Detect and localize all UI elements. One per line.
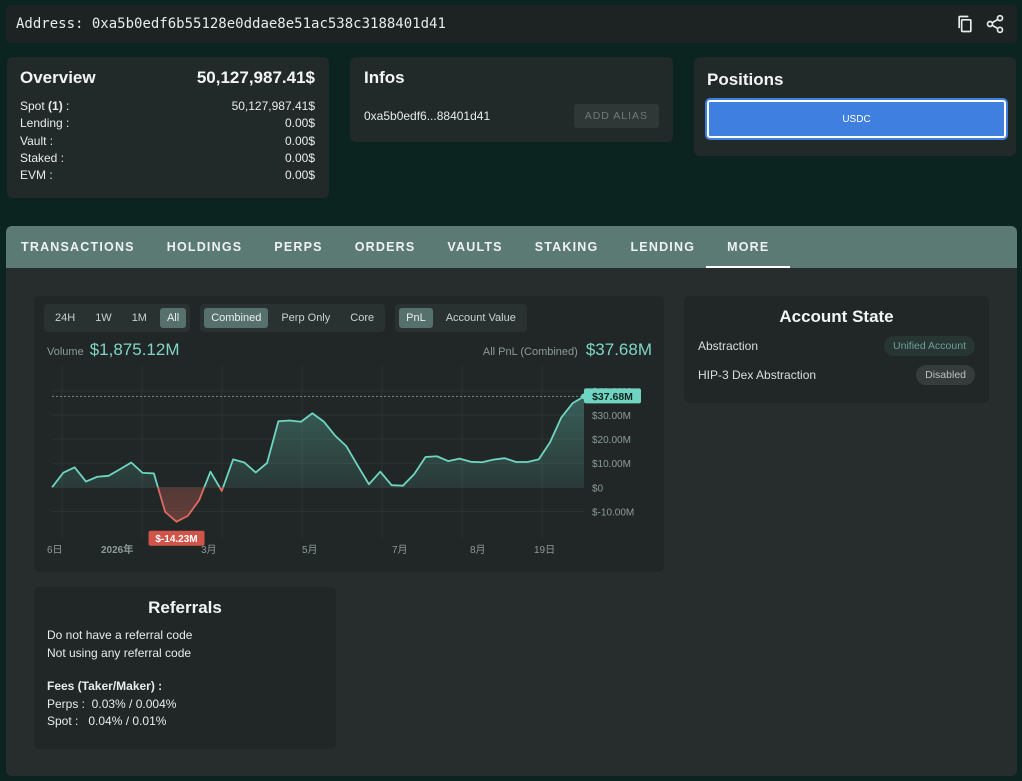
usdc-position-button[interactable]: USDC	[707, 100, 1006, 138]
pnl-value: $37.68M	[585, 340, 652, 359]
y-tick-label: $0	[592, 483, 604, 494]
y-tick-label: $-10.00M	[592, 508, 634, 519]
x-tick-label: 5月	[302, 544, 318, 556]
max-badge-label: $37.68M	[592, 391, 633, 403]
x-tick-label: 8月	[470, 544, 486, 556]
y-tick-label: $30.00M	[592, 411, 631, 422]
overview-row-label: Lending :	[20, 116, 70, 131]
range-24h-button[interactable]: 24H	[48, 308, 82, 328]
state-label: HIP-3 Dex Abstraction	[698, 368, 817, 382]
volume-label: Volume	[47, 346, 84, 358]
pnl-label: All PnL (Combined)	[482, 346, 578, 358]
tab-more[interactable]: MORE	[705, 226, 791, 268]
min-badge-label: $-14.23M	[155, 534, 197, 545]
tab-orders[interactable]: ORDERS	[355, 226, 416, 268]
account-state-card: Account State Abstraction Unified Accoun…	[684, 296, 989, 403]
state-row-abstraction: Abstraction Unified Account	[698, 336, 975, 356]
x-tick-label: 7月	[392, 544, 408, 556]
account-state-title: Account State	[779, 307, 894, 326]
overview-row-label: Staked :	[20, 150, 65, 165]
overview-row-label: EVM :	[20, 168, 53, 183]
overview-row-value: 0.00$	[284, 133, 315, 148]
referral-usage-status: Not using any referral code	[47, 645, 192, 660]
address-label: Address: 0xa5b0edf6b55128e0ddae8e51ac538…	[16, 16, 446, 32]
x-tick-label: 19日	[534, 545, 555, 556]
overview-row: Staked : 0.00$	[20, 150, 315, 167]
tab-transactions[interactable]: TRANSACTIONS	[21, 226, 135, 268]
copy-icon[interactable]	[955, 14, 975, 34]
mode-core-button[interactable]: Core	[343, 308, 381, 328]
pnl-summary: All PnL (Combined) $37.68M	[483, 340, 652, 360]
range-1m-button[interactable]: 1M	[125, 308, 154, 328]
infos-card: Infos 0xa5b0edf6...88401d41 ADD ALIAS	[350, 57, 673, 142]
referrals-card: Referrals Do not have a referral code No…	[34, 587, 336, 749]
short-address: 0xa5b0edf6...88401d41	[364, 109, 491, 123]
overview-row: Spot (1) : 50,127,987.41$	[20, 98, 315, 115]
positions-title: Positions	[707, 70, 784, 89]
overview-row-label: Spot (1) :	[20, 99, 70, 113]
overview-rows: Spot (1) :50,127,987.41$ Lending :0.00$ Va…	[20, 98, 315, 184]
volume-value: $1,875.12M	[89, 340, 180, 359]
metric-filter-group: PnL Account Value	[395, 304, 527, 332]
overview-total: 50,127,987.41$	[196, 68, 315, 87]
y-tick-label: $20.00M	[592, 435, 631, 446]
mode-filter-group: Combined Perp Only Core	[200, 304, 386, 332]
overview-row-value: 50,127,987.41$	[231, 99, 315, 113]
tab-holdings[interactable]: HOLDINGS	[167, 226, 243, 268]
pnl-chart-card: $40.00M$30.00M$20.00M$10.00M$0$-10.00M$3…	[34, 296, 664, 572]
address-bar: Address: 0xa5b0edf6b55128e0ddae8e51ac538…	[6, 5, 1017, 43]
overview-row-value: 0.00$	[284, 150, 315, 165]
tab-staking[interactable]: STAKING	[535, 226, 599, 268]
spot-fees: Spot : 0.04% / 0.01%	[47, 714, 167, 728]
overview-row: Vault : 0.00$	[20, 133, 315, 150]
range-filter-group: 24H 1W 1M All	[44, 304, 191, 332]
address-value: 0xa5b0edf6b55128e0ddae8e51ac538c3188401d…	[91, 16, 446, 32]
tab-perps[interactable]: PERPS	[274, 226, 322, 268]
infos-title: Infos	[364, 68, 405, 87]
overview-row-value: 0.00$	[284, 168, 315, 183]
perps-fees: Perps : 0.03% / 0.004%	[47, 696, 177, 711]
share-icon[interactable]	[985, 14, 1005, 34]
overview-row-label: Vault :	[20, 133, 54, 148]
pnl-chart: $40.00M$30.00M$20.00M$10.00M$0$-10.00M$3…	[47, 366, 641, 556]
metric-pnl-button[interactable]: PnL	[399, 308, 433, 328]
main-panel: TRANSACTIONS HOLDINGS PERPS ORDERS VAULTS STA…	[6, 226, 1017, 776]
referral-code-status: Do not have a referral code	[47, 628, 193, 642]
add-alias-button[interactable]: ADD ALIAS	[573, 104, 659, 128]
x-tick-label: 6日	[47, 545, 63, 556]
x-tick-label: 3月	[201, 544, 217, 556]
overview-card: Overview 50,127,987.41$ Spot (1) : 50,127…	[7, 57, 329, 198]
overview-title: Overview	[20, 68, 96, 87]
disabled-badge: Disabled	[916, 365, 975, 385]
overview-row: Lending : 0.00$	[20, 115, 315, 132]
y-tick-label: $10.00M	[592, 459, 631, 470]
state-row-hip3: HIP-3 Dex Abstraction Disabled	[698, 365, 975, 385]
referrals-title: Referrals	[148, 598, 222, 617]
mode-perp-only-button[interactable]: Perp Only	[274, 308, 337, 328]
tab-lending[interactable]: LENDING	[630, 226, 695, 268]
state-label: Abstraction	[698, 339, 759, 353]
unified-account-badge: Unified Account	[884, 336, 975, 356]
overview-row-value: 0.00$	[284, 116, 315, 131]
x-tick-label: 2026年	[101, 543, 133, 556]
fees-title: Fees (Taker/Maker) :	[47, 679, 163, 693]
positions-card: Positions USDC	[694, 57, 1016, 156]
metric-account-value-button[interactable]: Account Value	[439, 308, 523, 328]
range-all-button[interactable]: All	[159, 308, 187, 328]
range-1w-button[interactable]: 1W	[88, 308, 119, 328]
tab-bar: TRANSACTIONS HOLDINGS PERPS ORDERS VAULTS STA…	[6, 226, 1017, 268]
tab-vaults[interactable]: VAULTS	[447, 226, 502, 268]
overview-row: EVM : 0.00$	[20, 167, 315, 184]
volume-summary: Volume $1,875.12M	[47, 340, 180, 360]
mode-combined-button[interactable]: Combined	[204, 308, 269, 328]
